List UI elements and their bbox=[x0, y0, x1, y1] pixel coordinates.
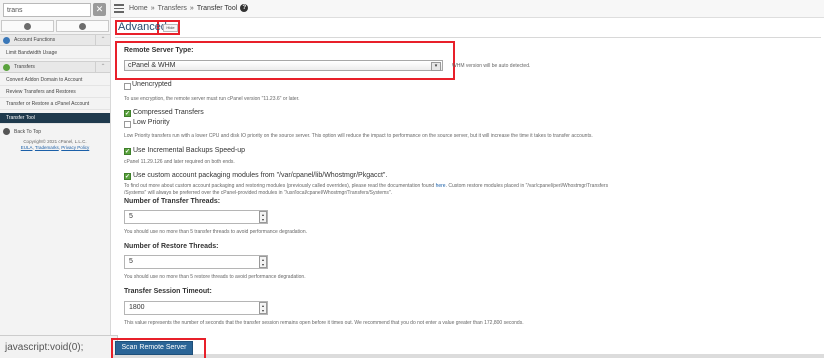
collapse-controls bbox=[0, 20, 110, 32]
breadcrumb-home[interactable]: Home bbox=[129, 5, 148, 12]
sidebar-section-label: Transfers bbox=[14, 64, 35, 70]
user-icon bbox=[3, 37, 10, 44]
chevron-down-icon: ▾ bbox=[431, 62, 441, 71]
sidebar-item-convert-addon[interactable]: Convert Addon Domain to Account bbox=[0, 75, 110, 86]
transfer-icon bbox=[3, 64, 10, 71]
custom-packaging-label: Use custom account packaging modules fro… bbox=[133, 172, 388, 179]
sidebar-section-label: Account Functions bbox=[14, 37, 56, 43]
collapse-all-button[interactable] bbox=[1, 20, 54, 32]
custom-packaging-note-text: . Custom restore modules placed in "/var… bbox=[445, 183, 609, 189]
unencrypted-checkbox[interactable] bbox=[124, 83, 131, 90]
transfer-threads-note: You should use no more than 5 transfer t… bbox=[124, 229, 307, 235]
select-value: cPanel & WHM bbox=[128, 62, 176, 69]
back-to-top-label: Back To Top bbox=[14, 129, 42, 135]
custom-packaging-note-text: To find out more about custom account pa… bbox=[124, 183, 436, 189]
expand-icon bbox=[79, 22, 86, 30]
arrow-up-icon bbox=[3, 128, 10, 135]
transfer-threads-stepper[interactable]: ▴ ▾ bbox=[259, 211, 267, 223]
remote-server-type-label: Remote Server Type: bbox=[124, 47, 194, 54]
hide-button[interactable]: Hide bbox=[163, 24, 178, 32]
low-priority-label: Low Priority bbox=[133, 119, 170, 126]
breadcrumb: Home » Transfers » Transfer Tool ? bbox=[129, 4, 249, 12]
chevron-up-icon[interactable]: ⌃ bbox=[95, 35, 110, 45]
menu-icon[interactable] bbox=[114, 4, 124, 13]
sidebar-item-review-transfers[interactable]: Review Transfers and Restores bbox=[0, 87, 110, 98]
breadcrumb-transfers[interactable]: Transfers bbox=[158, 5, 187, 12]
privacy-policy-link[interactable]: Privacy Policy bbox=[61, 145, 89, 150]
back-to-top-link[interactable]: Back To Top bbox=[0, 127, 110, 137]
help-icon[interactable]: ? bbox=[240, 4, 249, 12]
search-input[interactable] bbox=[4, 4, 90, 16]
session-timeout-note: This value represents the number of seco… bbox=[124, 320, 524, 326]
custom-packaging-note: To find out more about custom account pa… bbox=[124, 183, 608, 189]
documentation-link[interactable]: here bbox=[436, 183, 446, 189]
breadcrumb-separator: » bbox=[189, 4, 194, 12]
sidebar-item-transfer-restore[interactable]: Transfer or Restore a cPanel Account bbox=[0, 99, 110, 110]
custom-packaging-checkbox[interactable]: ✓ bbox=[124, 173, 131, 180]
incremental-backups-label: Use Incremental Backups Speed-up bbox=[133, 147, 246, 154]
restore-threads-stepper[interactable]: ▴ ▾ bbox=[259, 256, 267, 268]
session-timeout-stepper[interactable]: ▴ ▾ bbox=[259, 302, 267, 314]
top-bar: Home » Transfers » Transfer Tool ? bbox=[111, 0, 824, 18]
remote-server-type-note: WHM version will be auto detected. bbox=[452, 63, 531, 69]
custom-packaging-note-2: /Systems" will always be preferred over … bbox=[124, 190, 393, 196]
sidebar-section-account-functions[interactable]: Account Functions ⌃ bbox=[0, 34, 110, 46]
eula-link[interactable]: EULA bbox=[21, 145, 33, 150]
unencrypted-label: Unencrypted bbox=[132, 81, 172, 88]
encryption-note: To use encryption, the remote server mus… bbox=[124, 96, 300, 102]
scan-remote-server-button[interactable]: Scan Remote Server bbox=[115, 341, 193, 355]
low-priority-checkbox[interactable] bbox=[124, 121, 131, 128]
expand-all-button[interactable] bbox=[56, 20, 109, 32]
bottom-scroll-bar[interactable] bbox=[111, 354, 824, 358]
copyright: Copyright© 2021 cPanel, L.L.C. EULA, Tra… bbox=[0, 139, 110, 151]
restore-threads-note: You should use no more than 5 restore th… bbox=[124, 274, 306, 280]
compressed-transfers-checkbox[interactable]: ✓ bbox=[124, 110, 131, 117]
collapse-icon bbox=[24, 22, 31, 30]
close-icon[interactable]: ✕ bbox=[93, 3, 106, 16]
low-priority-note: Low Priority transfers run with a lower … bbox=[124, 133, 593, 139]
incremental-note: cPanel 11.29.126 and later required on b… bbox=[124, 159, 235, 165]
restore-threads-input[interactable]: 5 bbox=[124, 255, 268, 269]
sidebar-section-transfers[interactable]: Transfers ⌃ bbox=[0, 61, 110, 73]
compressed-transfers-label: Compressed Transfers bbox=[133, 109, 204, 116]
session-timeout-input[interactable]: 1800 bbox=[124, 301, 268, 315]
sidebar-item-transfer-tool[interactable]: Transfer Tool bbox=[0, 113, 110, 124]
breadcrumb-current: Transfer Tool bbox=[196, 4, 238, 12]
sidebar-item-limit-bandwidth[interactable]: Limit Bandwidth Usage bbox=[0, 48, 110, 59]
trademarks-link[interactable]: Trademarks bbox=[35, 145, 59, 150]
remote-server-type-select[interactable]: cPanel & WHM ▾ bbox=[124, 60, 443, 71]
breadcrumb-separator: » bbox=[150, 4, 155, 12]
status-bar-url: javascript:void(0); bbox=[0, 335, 118, 358]
chevron-up-icon[interactable]: ⌃ bbox=[95, 62, 110, 72]
transfer-threads-label: Number of Transfer Threads: bbox=[124, 198, 221, 205]
sidebar: ✕ Account Functions ⌃ Limit Bandwidth Us… bbox=[0, 0, 111, 358]
session-timeout-label: Transfer Session Timeout: bbox=[124, 288, 212, 295]
transfer-threads-input[interactable]: 5 bbox=[124, 210, 268, 224]
incremental-backups-checkbox[interactable]: ✓ bbox=[124, 148, 131, 155]
main-content: Advanced Hide Remote Server Type: cPanel… bbox=[111, 18, 824, 358]
restore-threads-label: Number of Restore Threads: bbox=[124, 243, 219, 250]
divider bbox=[115, 37, 821, 38]
search-field[interactable] bbox=[3, 3, 91, 17]
